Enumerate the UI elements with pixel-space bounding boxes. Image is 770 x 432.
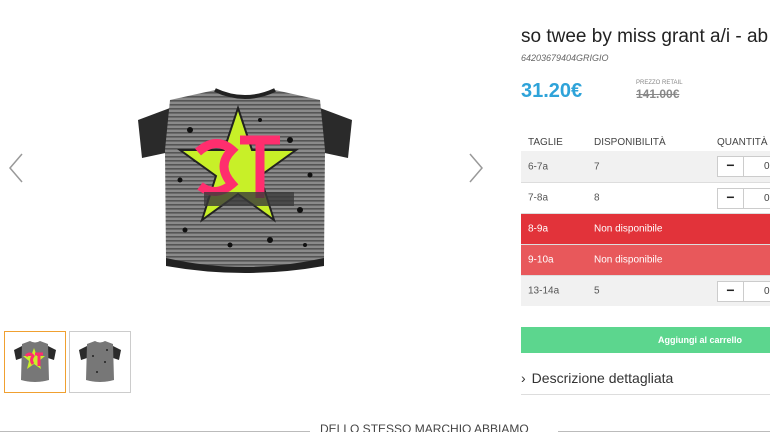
decrease-quantity-button[interactable]: − bbox=[717, 281, 744, 302]
size-value: 13-14a bbox=[528, 285, 560, 297]
decrease-quantity-button[interactable]: − bbox=[717, 156, 744, 177]
availability-header: DISPONIBILITÀ bbox=[594, 137, 666, 148]
size-header: TAGLIE bbox=[528, 137, 563, 148]
quantity-stepper: − bbox=[717, 281, 770, 302]
sizes-table-header: TAGLIE DISPONIBILITÀ QUANTITÀ bbox=[521, 131, 770, 151]
quantity-input[interactable] bbox=[744, 281, 770, 302]
divider bbox=[521, 394, 770, 395]
product-main-image bbox=[120, 80, 370, 280]
quantity-stepper: − bbox=[717, 188, 770, 209]
product-price: 31.20€ bbox=[521, 80, 583, 102]
quantity-input[interactable] bbox=[744, 188, 770, 209]
size-value: 7-8a bbox=[528, 192, 549, 204]
product-title: so twee by miss grant a/i - ab bbox=[521, 26, 769, 47]
availability-value: 8 bbox=[594, 192, 600, 204]
same-brand-section-heading: DELLO STESSO MARCHIO ABBIAMO bbox=[0, 422, 770, 432]
sizes-table: TAGLIE DISPONIBILITÀ QUANTITÀ 6-7a 7 − 7… bbox=[521, 131, 770, 306]
availability-value: 5 bbox=[594, 285, 600, 297]
retail-price-label: PREZZO RETAIL bbox=[636, 80, 683, 86]
retail-price: 141.00€ bbox=[636, 87, 680, 101]
availability-value: Non disponibile bbox=[594, 223, 663, 235]
availability-value: Non disponibile bbox=[594, 254, 663, 266]
detailed-description-label: Descrizione dettagliata bbox=[531, 370, 674, 386]
same-brand-label: DELLO STESSO MARCHIO ABBIAMO bbox=[320, 422, 529, 432]
size-value: 9-10a bbox=[528, 254, 554, 266]
chevron-right-icon: › bbox=[521, 370, 526, 386]
product-sku: 64203679404GRIGIO bbox=[521, 53, 609, 63]
table-row: 8-9a Non disponibile bbox=[521, 213, 770, 244]
quantity-stepper: − bbox=[717, 156, 770, 177]
chevron-left-icon[interactable] bbox=[6, 150, 26, 186]
thumbnail-front[interactable] bbox=[4, 331, 66, 393]
thumbnail-back[interactable] bbox=[69, 331, 131, 393]
quantity-header: QUANTITÀ bbox=[717, 137, 768, 148]
table-row: 6-7a 7 − bbox=[521, 151, 770, 182]
decrease-quantity-button[interactable]: − bbox=[717, 188, 744, 209]
table-row: 9-10a Non disponibile bbox=[521, 244, 770, 275]
table-row: 7-8a 8 − bbox=[521, 182, 770, 213]
table-row: 13-14a 5 − bbox=[521, 275, 770, 306]
availability-value: 7 bbox=[594, 161, 600, 172]
detailed-description-toggle[interactable]: › Descrizione dettagliata bbox=[521, 370, 673, 386]
size-value: 8-9a bbox=[528, 223, 549, 235]
quantity-input[interactable] bbox=[744, 156, 770, 177]
add-to-cart-button[interactable]: Aggiungi al carrello bbox=[521, 327, 770, 353]
size-value: 6-7a bbox=[528, 161, 549, 172]
chevron-right-icon[interactable] bbox=[466, 150, 486, 186]
